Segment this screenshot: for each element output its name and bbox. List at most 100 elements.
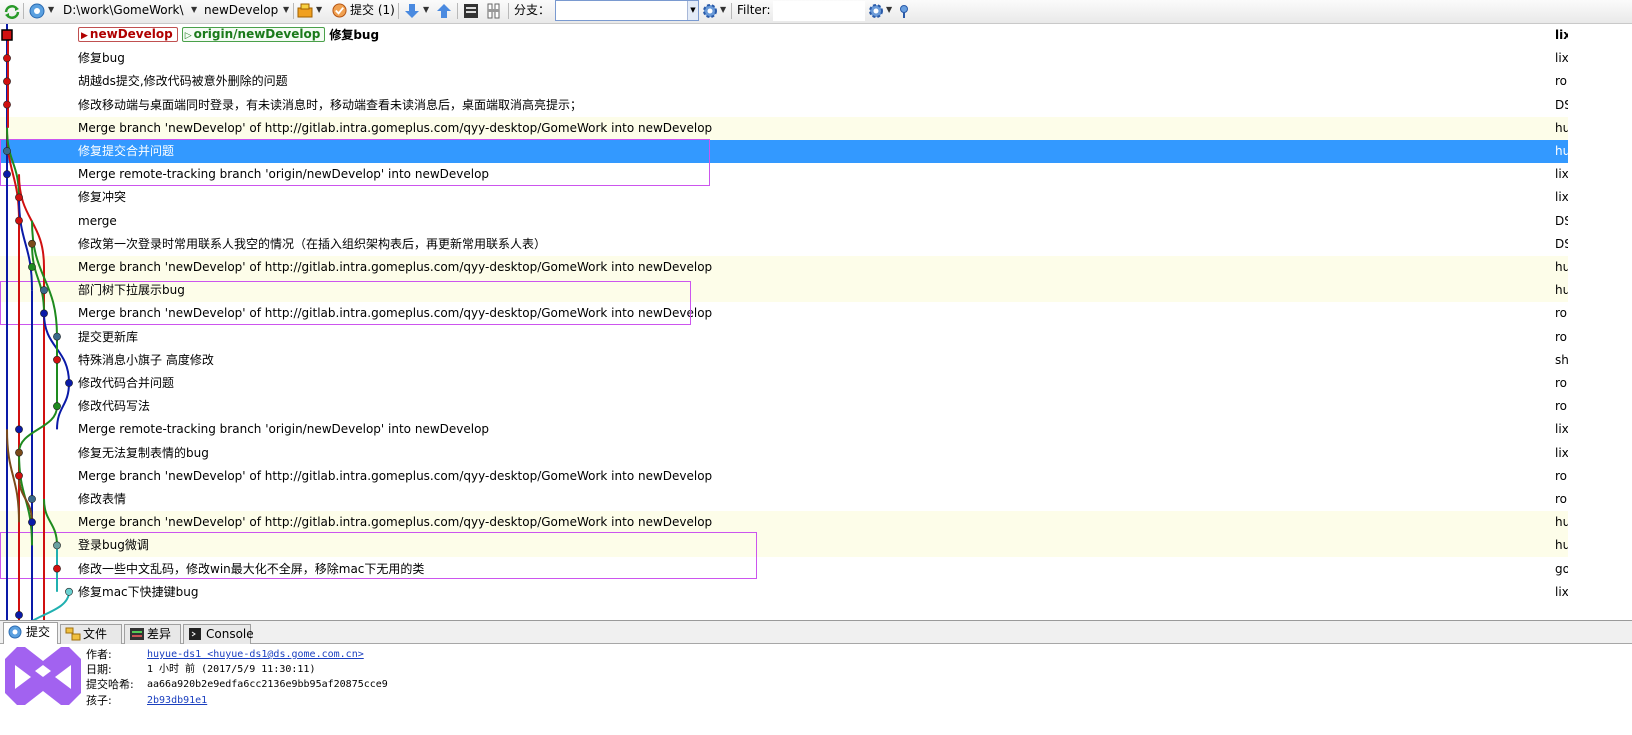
branch-filter-combo[interactable]: ▼ xyxy=(555,0,699,21)
graph-line xyxy=(6,127,20,198)
commit-row[interactable]: Merge branch 'newDevelop' of http://gitl… xyxy=(0,302,1568,325)
commit-message-text: Merge branch 'newDevelop' of http://gitl… xyxy=(78,260,713,274)
commit-message: Merge remote-tracking branch 'origin/new… xyxy=(78,163,489,186)
commit-row[interactable]: 修复无法复制表情的bug lix xyxy=(0,442,1568,465)
repo-icon xyxy=(29,3,45,19)
toolbar: ▼ D:\work\GomeWork\ ▼ newDevelop ▼ ▼ 提交 … xyxy=(0,0,1632,24)
commit-message-text: 修改表情 xyxy=(78,492,127,506)
commit-node xyxy=(53,564,61,573)
filter-input[interactable] xyxy=(773,1,865,21)
commit-node xyxy=(15,611,23,619)
commit-message: ▶ newDevelop ▷ origin/newDevelop 修复bug xyxy=(78,24,379,47)
commit-row[interactable]: 胡越ds提交,修改代码被意外删除的问题 ron xyxy=(0,70,1568,93)
repo-menu-button[interactable]: ▼ xyxy=(29,0,57,24)
commit-message-text: 提交更新库 xyxy=(78,329,139,344)
gear-icon xyxy=(869,4,883,18)
commit-author: hu xyxy=(1555,515,1568,530)
commit-row[interactable]: Merge branch 'newDevelop' of http://gitl… xyxy=(0,465,1568,488)
commit-node xyxy=(15,448,23,457)
commit-node xyxy=(15,425,23,434)
commit-row[interactable]: 提交更新库 ron xyxy=(0,326,1568,349)
commit-row[interactable]: 修复mac下快捷键bug lix xyxy=(0,581,1568,604)
commit-row[interactable]: 部门树下拉展示bug hu xyxy=(0,279,1568,303)
combo-dropdown-button[interactable]: ▼ xyxy=(687,1,698,20)
branch-settings-button[interactable]: ▼ xyxy=(702,0,728,24)
remote-branch-tag[interactable]: ▷ origin/newDevelop xyxy=(181,27,326,42)
commit-list[interactable]: ▶ newDevelop ▷ origin/newDevelop 修复bug lix 修复b… xyxy=(0,24,1632,620)
commit-row[interactable]: Merge branch 'newDevelop' of http://gitl… xyxy=(0,256,1568,279)
graph-line xyxy=(18,406,58,453)
commit-node xyxy=(53,355,61,364)
tools-button[interactable]: ▼ xyxy=(297,0,327,24)
commit-message: Merge remote-tracking branch 'origin/new… xyxy=(78,418,489,441)
date-value: 1 小时 前 (2017/5/9 11:30:11) xyxy=(147,664,316,675)
filter-settings-button[interactable]: ▼ xyxy=(868,0,894,24)
commit-message: 修改一些中文乱码，修改win最大化不全屏，移除mac下无用的类 xyxy=(78,558,424,581)
tab-console[interactable]: Console xyxy=(183,624,254,644)
commit-row[interactable]: 修复冲突 lix xyxy=(0,186,1568,209)
pull-button[interactable]: ▼ xyxy=(405,0,433,24)
commit-row[interactable]: Merge branch 'newDevelop' of http://gitl… xyxy=(0,116,1568,140)
commit-row[interactable]: 修复提交合并问题 hu xyxy=(0,140,1568,163)
commit-node xyxy=(3,77,11,86)
branch-arrow-icon: ▷ xyxy=(184,31,192,41)
commit-row[interactable]: 修改一些中文乱码，修改win最大化不全屏，移除mac下无用的类 go xyxy=(0,558,1568,581)
tab-label: 提交 xyxy=(26,625,51,639)
commit-author: ron xyxy=(1555,376,1568,390)
commit-author: lix xyxy=(1555,28,1568,42)
commit-message-text: 修改移动端与桌面端同时登录，有未读消息时，移动端查看未读消息后，桌面端取消高亮提… xyxy=(78,97,583,112)
commit-author: hu xyxy=(1555,538,1568,553)
commit-node xyxy=(15,216,23,225)
commit-message: 修复bug xyxy=(78,47,125,70)
commit-row[interactable]: 特殊消息小旗子 高度修改 sh xyxy=(0,349,1568,372)
scrollbar-area[interactable] xyxy=(1568,24,1632,620)
commit-author: DS xyxy=(1555,213,1568,228)
commit-message-text: 修复bug xyxy=(329,28,380,42)
commit-row[interactable]: merge DS xyxy=(0,210,1568,233)
commit-message: 登录bug微调 xyxy=(78,534,149,557)
commit-row[interactable]: ▶ newDevelop ▷ origin/newDevelop 修复bug lix xyxy=(0,24,1568,47)
commit-message: Merge branch 'newDevelop' of http://gitl… xyxy=(78,465,712,488)
head-node xyxy=(1,29,13,41)
commit-row[interactable]: 修改表情 ron xyxy=(0,488,1568,511)
commit-row[interactable]: 修复bug lix xyxy=(0,47,1568,70)
tab-label: Console xyxy=(206,627,254,641)
branch-name: origin/newDevelop xyxy=(193,27,321,41)
commit-author: hu xyxy=(1555,260,1568,274)
arrow-up-icon xyxy=(437,4,451,18)
commit-message: 修复mac下快捷键bug xyxy=(78,581,198,604)
commit-message-text: 修改第一次登录时常用联系人我空的情况（在插入组织架构表后，再更新常用联系人表） xyxy=(78,236,547,251)
commit-author: DS xyxy=(1555,236,1568,251)
commit-author: ron xyxy=(1555,399,1568,414)
commit-author: lix xyxy=(1555,422,1568,437)
tab-file-tree[interactable]: 文件树 xyxy=(60,624,122,659)
refresh-icon xyxy=(4,5,20,19)
tab-commit[interactable]: 提交 xyxy=(3,622,58,645)
commit-row[interactable]: 修改代码合并问题 ron xyxy=(0,372,1568,395)
commit-message: 修复无法复制表情的bug xyxy=(78,442,209,465)
commit-row[interactable]: Merge remote-tracking branch 'origin/new… xyxy=(0,163,1568,186)
commit-node xyxy=(28,495,36,503)
commit-message: 胡越ds提交,修改代码被意外删除的问题 xyxy=(78,70,288,93)
commit-node xyxy=(3,170,11,179)
commit-row[interactable]: Merge remote-tracking branch 'origin/new… xyxy=(0,418,1568,441)
commit-author: lix xyxy=(1555,190,1568,205)
tab-diff[interactable]: 差异 xyxy=(124,624,181,644)
commit-message: 修改表情 xyxy=(78,488,126,511)
local-branch-tag[interactable]: ▶ newDevelop xyxy=(78,27,178,42)
commit-row[interactable]: 修改代码写法 ron xyxy=(0,395,1568,418)
commit-author: ron xyxy=(1555,468,1568,483)
author-link[interactable]: huyue-ds1 <huyue-ds1@ds.gome.com.cn> xyxy=(147,648,364,662)
commit-row[interactable]: 登录bug微调 hu xyxy=(0,534,1568,558)
author-label: 作者: xyxy=(86,648,112,661)
commit-row[interactable]: 修改移动端与桌面端同时登录，有未读消息时，移动端查看未读消息后，桌面端取消高亮提… xyxy=(0,94,1568,117)
path-dropdown-button[interactable]: ▼ xyxy=(191,0,197,24)
child-link[interactable]: 2b93db91e1 xyxy=(147,694,207,708)
commit-row[interactable]: 修改第一次登录时常用联系人我空的情况（在插入组织架构表后，再更新常用联系人表） D… xyxy=(0,233,1568,256)
commit-node xyxy=(3,100,11,109)
commit-message: 特殊消息小旗子 高度修改 xyxy=(78,349,214,372)
branch-dropdown-button[interactable]: ▼ xyxy=(283,0,289,24)
commit-node xyxy=(53,402,61,411)
commit-message: 修复冲突 xyxy=(78,186,126,209)
commit-row[interactable]: Merge branch 'newDevelop' of http://gitl… xyxy=(0,511,1568,535)
